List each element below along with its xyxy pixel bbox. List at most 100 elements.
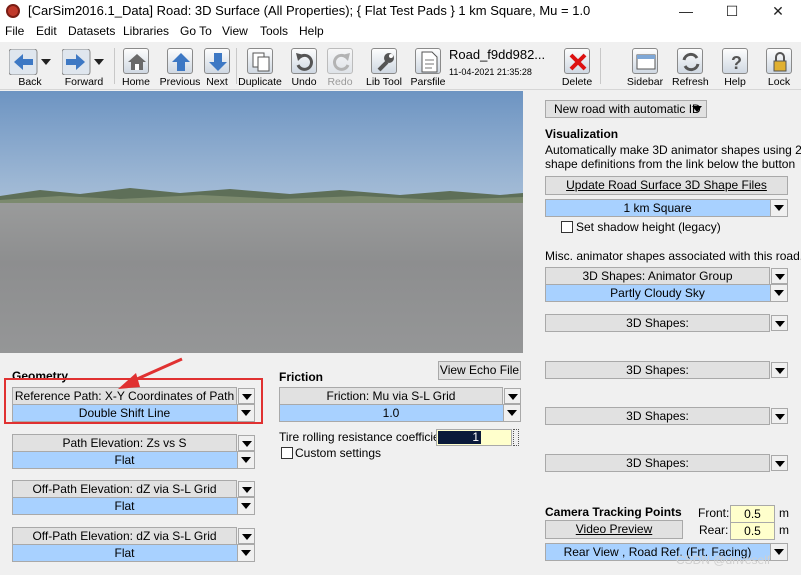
document-icon bbox=[415, 48, 441, 74]
friction-combo[interactable]: 1.0 bbox=[279, 404, 521, 422]
shapes-link-button-1[interactable]: 3D Shapes: bbox=[545, 314, 770, 332]
chevron-down-icon[interactable] bbox=[237, 452, 254, 468]
off-path-elevation-link-dropdown-2[interactable] bbox=[238, 528, 255, 544]
forward-button[interactable]: Forward bbox=[58, 44, 110, 88]
path-elevation-link-dropdown[interactable] bbox=[238, 435, 255, 451]
animator-group-link-dropdown[interactable] bbox=[771, 268, 788, 284]
off-path-elevation-link-dropdown[interactable] bbox=[238, 481, 255, 497]
maximize-button[interactable]: ☐ bbox=[709, 0, 755, 22]
shapes-link-dropdown-3[interactable] bbox=[771, 408, 788, 424]
visualization-description-line-1: Automatically make 3D animator shapes us… bbox=[545, 143, 801, 157]
chevron-down-icon[interactable] bbox=[689, 101, 706, 117]
shapes-row-4: 3D Shapes: bbox=[545, 454, 788, 472]
window-title: [CarSim2016.1_Data] Road: 3D Surface (Al… bbox=[28, 3, 591, 18]
lib-tool-button[interactable]: Lib Tool bbox=[362, 44, 406, 88]
toolbar: Back Forward Home Previous Next Duplicat… bbox=[0, 42, 801, 90]
delete-button[interactable]: Delete bbox=[560, 44, 594, 88]
back-label: Back bbox=[18, 76, 42, 88]
back-button[interactable]: Back bbox=[5, 44, 55, 88]
friction-link-dropdown[interactable] bbox=[504, 388, 521, 404]
friction-row: Friction: Mu via S-L Grid bbox=[279, 387, 521, 405]
annotation-arrow-icon bbox=[118, 357, 183, 389]
menu-edit[interactable]: Edit bbox=[36, 24, 57, 38]
chevron-down-icon[interactable] bbox=[237, 498, 254, 514]
front-input[interactable]: 0.5 bbox=[730, 505, 775, 523]
chevron-down-icon[interactable] bbox=[770, 200, 787, 216]
menu-libraries[interactable]: Libraries bbox=[123, 24, 169, 38]
app-icon bbox=[6, 4, 20, 18]
shadow-height-checkbox[interactable] bbox=[561, 221, 573, 233]
off-path-elevation-value-2: Flat bbox=[114, 546, 135, 560]
help-button[interactable]: ? Help bbox=[718, 44, 752, 88]
wrench-icon bbox=[371, 48, 397, 74]
undo-icon bbox=[291, 48, 317, 74]
custom-settings-checkbox[interactable] bbox=[281, 447, 293, 459]
close-button[interactable]: ✕ bbox=[755, 0, 801, 22]
animator-group-link-button[interactable]: 3D Shapes: Animator Group bbox=[545, 267, 770, 285]
lock-button[interactable]: Lock bbox=[762, 44, 796, 88]
off-path-elevation-combo[interactable]: Flat bbox=[12, 497, 255, 515]
off-path-elevation-link-button[interactable]: Off-Path Elevation: dZ via S-L Grid bbox=[12, 480, 237, 498]
menu-file[interactable]: File bbox=[5, 24, 24, 38]
shapes-link-button-2[interactable]: 3D Shapes: bbox=[545, 361, 770, 379]
update-road-surface-button[interactable]: Update Road Surface 3D Shape Files bbox=[545, 176, 788, 195]
refresh-button[interactable]: Refresh bbox=[672, 44, 709, 88]
down-arrow-icon bbox=[204, 48, 230, 74]
up-arrow-icon bbox=[167, 48, 193, 74]
lock-label: Lock bbox=[767, 76, 791, 88]
chevron-down-icon[interactable] bbox=[237, 545, 254, 561]
chevron-down-icon[interactable] bbox=[770, 544, 787, 560]
redo-label: Redo bbox=[327, 76, 353, 88]
animator-group-combo[interactable]: Partly Cloudy Sky bbox=[545, 284, 788, 302]
shapes-link-dropdown-1[interactable] bbox=[771, 315, 788, 331]
off-path-elevation-value: Flat bbox=[114, 499, 135, 513]
flat-ground-surface bbox=[0, 203, 523, 353]
dataset-name: Road_f9dd982... bbox=[449, 47, 546, 62]
undo-label: Undo bbox=[291, 76, 317, 88]
undo-button[interactable]: Undo bbox=[287, 44, 321, 88]
rear-input[interactable]: 0.5 bbox=[730, 522, 775, 540]
off-path-elevation-combo-2[interactable]: Flat bbox=[12, 544, 255, 562]
menu-go-to[interactable]: Go To bbox=[180, 24, 212, 38]
duplicate-button[interactable]: Duplicate bbox=[238, 44, 282, 88]
shapes-link-button-4[interactable]: 3D Shapes: bbox=[545, 454, 770, 472]
menu-bar: File Edit Datasets Libraries Go To View … bbox=[0, 22, 801, 42]
chevron-down-icon[interactable] bbox=[770, 285, 787, 301]
shapes-link-dropdown-4[interactable] bbox=[771, 455, 788, 471]
chevron-down-icon[interactable] bbox=[503, 405, 520, 421]
off-path-elevation-link-button-2[interactable]: Off-Path Elevation: dZ via S-L Grid bbox=[12, 527, 237, 545]
new-road-dropdown[interactable]: New road with automatic ID bbox=[545, 100, 707, 118]
camera-tracking-title: Camera Tracking Points bbox=[545, 505, 682, 519]
road-surface-shape-combo[interactable]: 1 km Square bbox=[545, 199, 788, 217]
friction-section-title: Friction bbox=[279, 370, 323, 384]
home-label: Home bbox=[121, 76, 150, 88]
path-elevation-combo[interactable]: Flat bbox=[12, 451, 255, 469]
minimize-button[interactable]: — bbox=[663, 0, 709, 22]
menu-view[interactable]: View bbox=[222, 24, 248, 38]
menu-datasets[interactable]: Datasets bbox=[68, 24, 115, 38]
friction-link-button[interactable]: Friction: Mu via S-L Grid bbox=[279, 387, 503, 405]
menu-help[interactable]: Help bbox=[299, 24, 324, 38]
tire-field-handle[interactable] bbox=[513, 429, 519, 446]
home-icon bbox=[123, 48, 149, 74]
tire-rolling-resistance-field[interactable]: 1 bbox=[436, 429, 512, 446]
shapes-link-button-3[interactable]: 3D Shapes: bbox=[545, 407, 770, 425]
sidebar-button[interactable]: Sidebar bbox=[625, 44, 665, 88]
menu-tools[interactable]: Tools bbox=[260, 24, 288, 38]
path-elevation-link-button[interactable]: Path Elevation: Zs vs S bbox=[12, 434, 237, 452]
previous-button[interactable]: Previous bbox=[159, 44, 201, 88]
shapes-link-dropdown-2[interactable] bbox=[771, 362, 788, 378]
view-echo-file-button[interactable]: View Echo File bbox=[438, 361, 521, 380]
home-button[interactable]: Home bbox=[118, 44, 154, 88]
visualization-title: Visualization bbox=[545, 127, 619, 141]
video-preview-button[interactable]: Video Preview bbox=[545, 520, 683, 539]
redo-button[interactable]: Redo bbox=[323, 44, 357, 88]
rear-label: Rear: bbox=[699, 523, 729, 537]
tire-rolling-resistance-label: Tire rolling resistance coefficient: bbox=[279, 430, 454, 444]
parsfile-button[interactable]: Parsfile bbox=[409, 44, 447, 88]
road-3d-preview bbox=[0, 91, 523, 353]
next-button[interactable]: Next bbox=[202, 44, 232, 88]
lock-icon bbox=[766, 48, 792, 74]
new-road-label: New road with automatic ID bbox=[554, 102, 701, 116]
sidebar-icon bbox=[632, 48, 658, 74]
